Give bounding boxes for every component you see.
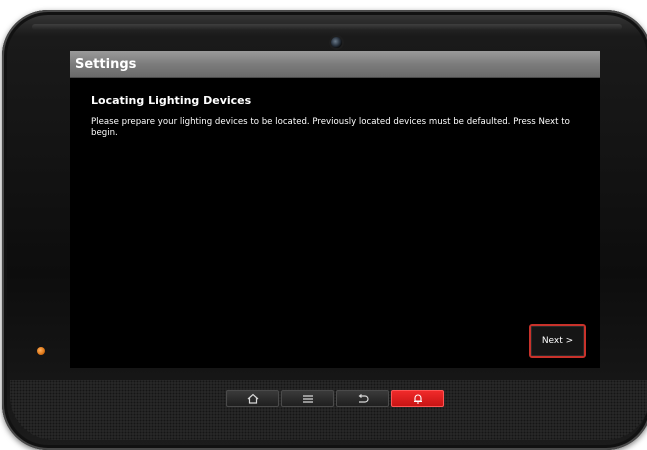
alarm-bell-icon	[412, 393, 424, 404]
instruction-text: Please prepare your lighting devices to …	[91, 117, 570, 138]
menu-button[interactable]	[281, 390, 334, 407]
back-button[interactable]	[336, 390, 389, 407]
home-icon	[246, 393, 260, 404]
screen-content: Locating Lighting Devices Please prepare…	[70, 78, 600, 139]
bezel-shine	[32, 24, 622, 30]
alarm-button[interactable]	[391, 390, 444, 407]
next-button[interactable]: Next >	[529, 324, 586, 358]
speaker-grille	[10, 380, 647, 440]
touch-screen: Settings Locating Lighting Devices Pleas…	[70, 51, 600, 368]
home-button[interactable]	[226, 390, 279, 407]
camera-icon	[331, 37, 342, 48]
page-heading: Locating Lighting Devices	[91, 94, 252, 107]
back-icon	[357, 393, 369, 404]
settings-titlebar: Settings	[70, 51, 600, 78]
status-led	[37, 347, 45, 355]
hardware-nav-bar	[226, 390, 444, 407]
menu-icon	[302, 394, 314, 404]
